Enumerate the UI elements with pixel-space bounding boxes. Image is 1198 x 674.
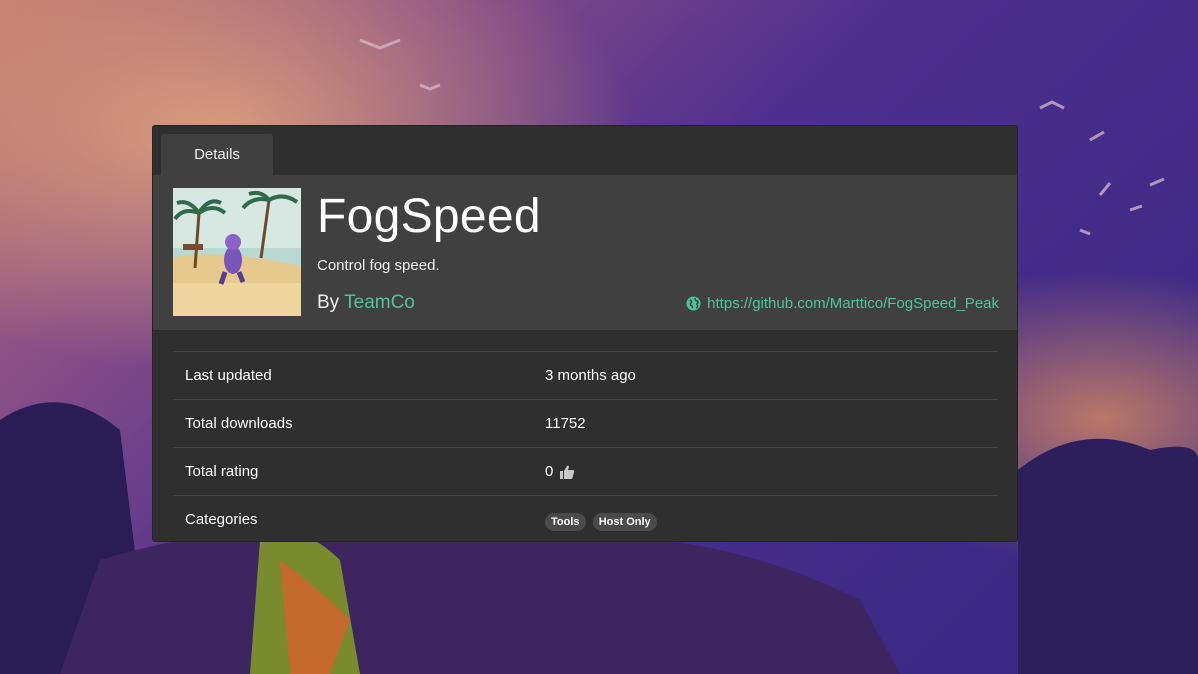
mod-header: FogSpeed Control fog speed. By TeamCo ht…	[153, 175, 1017, 331]
rating-label: Total rating	[185, 463, 259, 480]
category-tag-host-only[interactable]: Host Only	[592, 513, 657, 531]
author-link[interactable]: TeamCo	[344, 292, 415, 313]
stat-row-last-updated: Last updated 3 months ago	[173, 351, 998, 399]
tab-bar: Details	[153, 126, 1017, 175]
by-prefix: By	[317, 292, 340, 313]
last-updated-label: Last updated	[185, 367, 272, 384]
website-link[interactable]: https://github.com/Marttico/FogSpeed_Pea…	[686, 295, 999, 312]
mod-author-line: By TeamCo	[317, 292, 415, 314]
mod-thumbnail	[173, 188, 301, 316]
category-tag-tools[interactable]: Tools	[545, 513, 586, 531]
mod-description: Control fog speed.	[317, 257, 440, 274]
stat-row-categories: Categories Tools Host Only	[173, 495, 998, 541]
stat-row-downloads: Total downloads 11752	[173, 399, 998, 447]
stats-table: Last updated 3 months ago Total download…	[173, 351, 998, 541]
globe-icon	[686, 296, 701, 311]
downloads-label: Total downloads	[185, 415, 293, 432]
mod-details-panel: Details FogSpeed Control fog speed. By T…	[152, 125, 1018, 542]
last-updated-value: 3 months ago	[545, 367, 636, 384]
categories-label: Categories	[185, 511, 258, 528]
tab-details[interactable]: Details	[161, 134, 273, 175]
stat-row-rating: Total rating 0	[173, 447, 998, 495]
website-url: https://github.com/Marttico/FogSpeed_Pea…	[707, 295, 999, 312]
category-tags: Tools Host Only	[545, 512, 660, 531]
mod-title: FogSpeed	[317, 190, 541, 243]
downloads-value: 11752	[545, 415, 586, 432]
rating-value: 0	[545, 463, 554, 480]
thumbs-up-icon[interactable]	[559, 464, 575, 480]
rating-value-wrap: 0	[545, 463, 575, 480]
